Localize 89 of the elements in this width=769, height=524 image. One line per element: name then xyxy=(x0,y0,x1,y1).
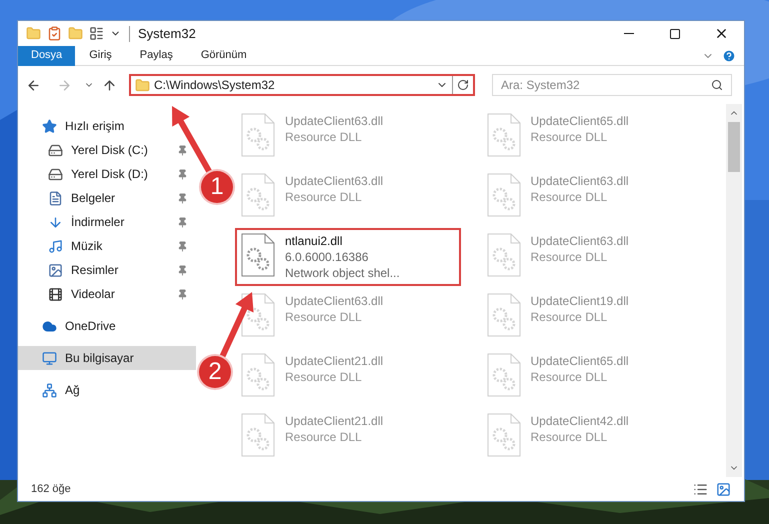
file-detail: Resource DLL xyxy=(285,429,363,445)
sidebar-item[interactable]: Belgeler xyxy=(18,186,196,210)
file-name: UpdateClient63.dll xyxy=(530,233,629,249)
dll-file-icon xyxy=(486,413,520,457)
file-name: UpdateClient65.dll xyxy=(530,113,629,129)
dll-file-icon xyxy=(241,413,275,457)
file-detail: Resource DLL xyxy=(285,129,363,145)
sidebar-item[interactable]: OneDrive xyxy=(18,314,196,338)
dll-file-icon xyxy=(241,353,275,397)
file-detail: Resource DLL xyxy=(285,309,363,325)
sidebar-item[interactable]: İndirmeler xyxy=(18,210,196,234)
minimize-icon xyxy=(624,33,634,34)
file-detail: 6.0.6000.16386 xyxy=(285,249,370,265)
file-detail: Resource DLL xyxy=(530,189,608,205)
file-detail: Resource DLL xyxy=(530,249,608,265)
file-detail: Resource DLL xyxy=(530,129,608,145)
star-icon xyxy=(42,118,57,134)
file-name: UpdateClient63.dll xyxy=(285,173,384,189)
scroll-thumb[interactable] xyxy=(728,122,740,172)
file-name: UpdateClient63.dll xyxy=(285,113,384,129)
file-name: UpdateClient19.dll xyxy=(530,293,629,309)
file-detail: Resource DLL xyxy=(285,369,363,385)
dll-file-icon xyxy=(486,293,520,337)
file-item[interactable]: ntlanui2.dll 6.0.6000.16386 Network object shel... xyxy=(235,228,461,286)
file-name: UpdateClient63.dll xyxy=(285,293,384,309)
monitor-icon xyxy=(42,350,57,366)
file-detail: Resource DLL xyxy=(530,309,608,325)
dll-file-icon xyxy=(486,233,520,277)
pin-icon[interactable] xyxy=(177,192,188,204)
file-name: UpdateClient63.dll xyxy=(530,173,629,189)
pin-icon[interactable] xyxy=(177,288,188,300)
sidebar-item[interactable]: Yerel Disk (D:) xyxy=(18,162,196,186)
file-name: ntlanui2.dll xyxy=(285,233,344,249)
address-field[interactable]: C:\Windows\System32 xyxy=(129,74,475,96)
music-note-icon xyxy=(48,238,63,254)
file-menu-tab[interactable]: Dosya xyxy=(18,46,76,66)
file-detail: Resource DLL xyxy=(285,189,363,205)
search-icon xyxy=(711,79,723,91)
download-arrow-icon xyxy=(48,214,63,230)
sidebar-item[interactable]: Videolar xyxy=(18,282,196,306)
network-icon xyxy=(42,382,57,398)
pin-icon[interactable] xyxy=(177,240,188,252)
forward-icon[interactable] xyxy=(57,78,72,92)
pin-icon[interactable] xyxy=(177,264,188,276)
view-icon[interactable] xyxy=(89,26,104,41)
file-detail: Resource DLL xyxy=(530,429,608,445)
file-detail: Resource DLL xyxy=(530,369,608,385)
sidebar-item[interactable]: Hızlı erişim xyxy=(18,114,196,138)
back-icon[interactable] xyxy=(26,78,41,92)
up-icon[interactable] xyxy=(102,78,117,92)
file-name: UpdateClient21.dll xyxy=(285,413,384,429)
dll-file-icon xyxy=(486,113,520,157)
sidebar-item[interactable]: Bu bilgisayar xyxy=(18,346,196,370)
ribbon-tab[interactable]: Görünüm xyxy=(186,46,261,66)
dll-file-icon xyxy=(486,353,520,397)
drive-icon xyxy=(48,142,63,158)
ribbon-tab[interactable]: Giriş xyxy=(75,46,126,66)
film-icon xyxy=(48,286,63,302)
drive-icon xyxy=(48,166,63,182)
folder-icon xyxy=(135,78,150,92)
maximize-icon xyxy=(669,28,681,40)
sidebar-item[interactable]: Ağ xyxy=(18,378,196,402)
pin-icon[interactable] xyxy=(177,144,188,156)
sidebar-item[interactable]: Müzik xyxy=(18,234,196,258)
sidebar-item[interactable]: Yerel Disk (C:) xyxy=(18,138,196,162)
search-field[interactable]: Ara: System32 xyxy=(492,74,732,96)
sidebar-item[interactable]: Resimler xyxy=(18,258,196,282)
scrollbar[interactable] xyxy=(726,104,742,477)
refresh-icon[interactable] xyxy=(457,79,469,91)
window-title: System32 xyxy=(138,24,196,43)
file-name: UpdateClient65.dll xyxy=(530,353,629,369)
dll-file-icon xyxy=(241,233,275,277)
dll-file-icon xyxy=(241,173,275,217)
large-icons-view-icon[interactable] xyxy=(716,482,731,496)
dll-file-icon xyxy=(486,173,520,217)
file-detail: Network object shel... xyxy=(285,265,400,281)
file-name: UpdateClient21.dll xyxy=(285,353,384,369)
pin-icon[interactable] xyxy=(177,168,188,180)
document-icon xyxy=(48,190,63,206)
dll-file-icon xyxy=(241,113,275,157)
image-icon xyxy=(48,262,63,278)
pin-icon[interactable] xyxy=(177,216,188,228)
ribbon-tab[interactable]: Paylaş xyxy=(126,46,187,66)
properties-icon[interactable] xyxy=(47,26,62,41)
item-count: 162 öğe xyxy=(31,482,71,497)
help-icon[interactable] xyxy=(722,48,736,62)
file-name: UpdateClient42.dll xyxy=(530,413,629,429)
details-view-icon[interactable] xyxy=(693,482,708,496)
cloud-icon xyxy=(42,318,57,334)
